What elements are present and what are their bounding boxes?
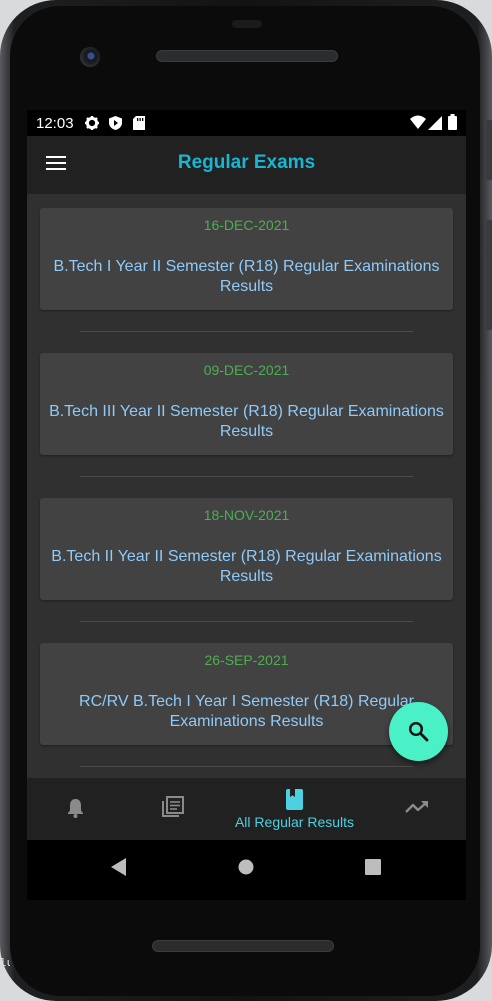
bottom-navigation: All Regular Results xyxy=(27,778,466,840)
volume-button xyxy=(486,220,492,330)
result-date: 18-NOV-2021 xyxy=(203,507,290,523)
search-icon xyxy=(408,721,429,742)
nav-item-trends[interactable] xyxy=(366,778,466,840)
list-divider xyxy=(80,331,413,332)
result-date: 16-DEC-2021 xyxy=(203,217,290,233)
result-title: B.Tech II Year II Semester (R18) Regular… xyxy=(51,548,442,585)
power-button xyxy=(486,120,492,180)
status-time: 12:03 xyxy=(36,115,74,132)
sd-card-icon xyxy=(133,116,145,130)
settings-icon xyxy=(85,116,99,130)
nav-label-selected: All Regular Results xyxy=(234,814,355,830)
result-card[interactable]: 09-DEC-2021 B.Tech III Year II Semester … xyxy=(40,353,453,455)
nav-item-library[interactable] xyxy=(124,778,224,840)
page-title: Regular Exams xyxy=(177,152,316,173)
recents-icon[interactable] xyxy=(365,859,381,875)
system-navigation-bar xyxy=(27,840,466,900)
shield-icon xyxy=(109,116,122,130)
app-bar: Regular Exams xyxy=(27,136,466,194)
edge-text: lu xyxy=(0,956,10,969)
phone-frame: lu 12:03 Regular Exams 16-DEC-2021 B.Tec… xyxy=(0,0,492,1001)
nav-item-all-regular-results[interactable]: All Regular Results xyxy=(225,778,364,840)
bell-icon xyxy=(68,799,83,818)
list-divider xyxy=(80,621,413,622)
result-title: B.Tech I Year II Semester (R18) Regular … xyxy=(53,258,440,295)
result-card[interactable]: 18-NOV-2021 B.Tech II Year II Semester (… xyxy=(40,498,453,600)
search-fab[interactable] xyxy=(389,702,448,761)
signal-icon xyxy=(428,116,442,130)
results-list[interactable]: 16-DEC-2021 B.Tech I Year II Semester (R… xyxy=(27,194,466,778)
result-date: 26-SEP-2021 xyxy=(204,652,289,668)
result-date: 09-DEC-2021 xyxy=(203,362,290,378)
back-icon[interactable] xyxy=(111,858,127,876)
bottom-speaker xyxy=(152,940,334,952)
nav-item-notifications[interactable] xyxy=(27,778,124,840)
trending-up-icon xyxy=(405,801,428,813)
top-slot xyxy=(232,20,262,28)
list-divider xyxy=(80,766,413,767)
result-title: RC/RV B.Tech I Year I Semester (R18) Reg… xyxy=(79,693,414,730)
earpiece-speaker xyxy=(156,50,338,62)
status-bar: 12:03 xyxy=(27,110,466,136)
front-camera xyxy=(80,47,100,67)
home-icon[interactable] xyxy=(238,859,254,875)
library-books-icon xyxy=(162,796,184,817)
wifi-icon xyxy=(410,115,426,129)
result-card[interactable]: 16-DEC-2021 B.Tech I Year II Semester (R… xyxy=(40,208,453,310)
app-screen: 12:03 Regular Exams 16-DEC-2021 B.Tech I… xyxy=(27,110,466,900)
list-divider xyxy=(80,476,413,477)
book-icon xyxy=(286,789,303,810)
battery-icon xyxy=(448,114,457,130)
result-title: B.Tech III Year II Semester (R18) Regula… xyxy=(49,403,444,440)
